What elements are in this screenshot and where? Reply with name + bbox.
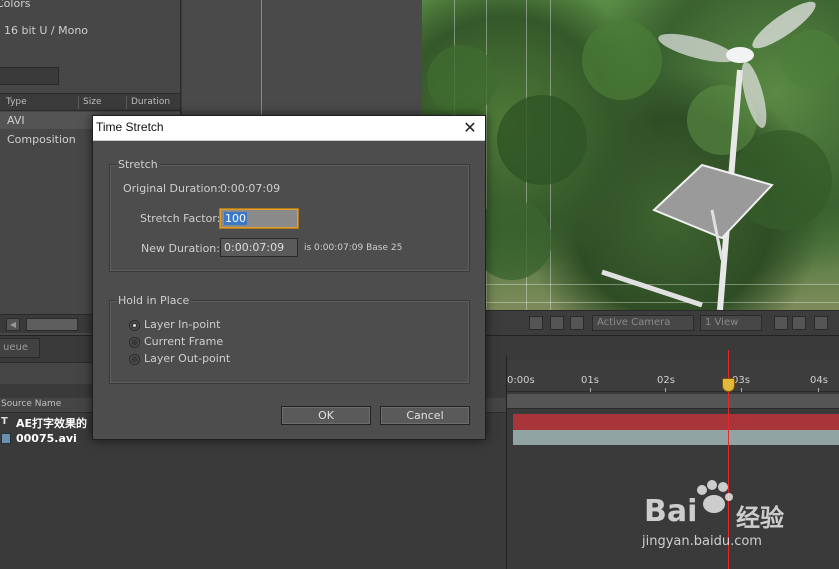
new-duration-input[interactable]: 0:00:07:09 <box>220 238 298 257</box>
project-item-type: Composition <box>7 133 76 146</box>
column-duration[interactable]: Duration <box>131 97 170 107</box>
stretch-group: Stretch Original Duration: 0:00:07:09 St… <box>109 158 470 272</box>
ruler-label: 0:00s <box>507 375 535 386</box>
ruler-tick <box>818 388 819 392</box>
scroll-thumb[interactable] <box>26 318 78 331</box>
cancel-button[interactable]: Cancel <box>380 406 470 425</box>
viewer-toolbar: Active Camera 1 View <box>486 310 839 335</box>
project-search-input[interactable] <box>0 67 59 85</box>
layer-duration-bar[interactable] <box>513 414 839 430</box>
ruler-label: 02s <box>657 375 675 386</box>
layer-out-point-radio[interactable] <box>129 354 140 365</box>
dialog-title: Time Stretch <box>96 120 164 134</box>
watermark-brand-cn: 经验 <box>736 504 784 532</box>
project-column-header: Type Size Duration <box>0 93 180 111</box>
ruler-label: 04s <box>810 375 828 386</box>
baidu-watermark: Bai 经验 jingyan.baidu.com <box>640 478 800 558</box>
current-frame-radio[interactable] <box>129 337 140 348</box>
stretch-group-title: Stretch <box>116 158 160 171</box>
layer-duration-bar[interactable] <box>513 430 839 445</box>
original-duration-label: Original Duration: <box>123 182 222 195</box>
tab-render-queue[interactable]: ueue <box>0 338 40 358</box>
dropdown-icon[interactable] <box>529 316 543 330</box>
3d-toggle-icon[interactable] <box>570 316 584 330</box>
dialog-titlebar[interactable]: Time Stretch ✕ <box>93 116 485 141</box>
new-duration-label: New Duration: <box>141 242 220 255</box>
hold-in-place-title: Hold in Place <box>116 294 192 307</box>
project-item-type: AVI <box>7 114 25 127</box>
project-info-depth: 16 bit U / Mono <box>4 24 89 37</box>
stretch-factor-input[interactable]: 100 <box>220 209 298 228</box>
current-frame-label[interactable]: Current Frame <box>144 335 223 348</box>
column-type[interactable]: Type <box>6 97 27 107</box>
toggle-pixel-icon[interactable] <box>774 316 788 330</box>
footage-layer-icon <box>1 433 11 444</box>
source-name-column[interactable]: Source Name <box>1 399 61 409</box>
time-ruler[interactable]: 0:00s 01s 02s 03s 04s <box>507 360 839 392</box>
project-info-colors: Colors <box>0 0 31 10</box>
paw-icon <box>697 480 733 513</box>
time-stretch-dialog: Time Stretch ✕ Stretch Original Duration… <box>92 115 486 440</box>
stretch-factor-label: Stretch Factor: <box>140 212 221 225</box>
ruler-tick <box>590 388 591 392</box>
layer-in-point-label[interactable]: Layer In-point <box>144 318 220 331</box>
new-duration-info: is 0:00:07:09 Base 25 <box>304 243 403 253</box>
watermark-brand: Bai <box>644 494 698 529</box>
layer-out-point-label[interactable]: Layer Out-point <box>144 352 230 365</box>
watermark-url: jingyan.baidu.com <box>642 534 762 549</box>
fast-preview-icon[interactable] <box>792 316 806 330</box>
column-divider[interactable] <box>126 96 127 109</box>
stretch-factor-value: 100 <box>224 212 247 225</box>
ok-button[interactable]: OK <box>281 406 371 425</box>
scroll-left-arrow-icon[interactable]: ◀ <box>6 318 20 331</box>
layer-in-point-radio[interactable] <box>129 320 140 331</box>
transparency-grid-icon[interactable] <box>550 316 564 330</box>
hold-in-place-group: Hold in Place Layer In-point Current Fra… <box>109 294 470 384</box>
ruler-label: 01s <box>581 375 599 386</box>
layer-name: 00075.avi <box>16 432 77 445</box>
column-size[interactable]: Size <box>83 97 101 107</box>
text-layer-icon: T <box>1 416 8 427</box>
column-divider[interactable] <box>78 96 79 109</box>
timeline-icon[interactable] <box>814 316 828 330</box>
work-area-bar[interactable] <box>507 394 839 409</box>
layer-name: AE打字效果的 <box>16 417 88 430</box>
ruler-tick <box>741 388 742 392</box>
camera-dropdown[interactable]: Active Camera <box>592 315 694 331</box>
close-icon[interactable]: ✕ <box>461 119 479 137</box>
view-layout-dropdown[interactable]: 1 View <box>700 315 762 331</box>
ruler-tick <box>665 388 666 392</box>
playhead-handle-icon[interactable] <box>722 378 735 392</box>
original-duration-value: 0:00:07:09 <box>220 182 281 195</box>
